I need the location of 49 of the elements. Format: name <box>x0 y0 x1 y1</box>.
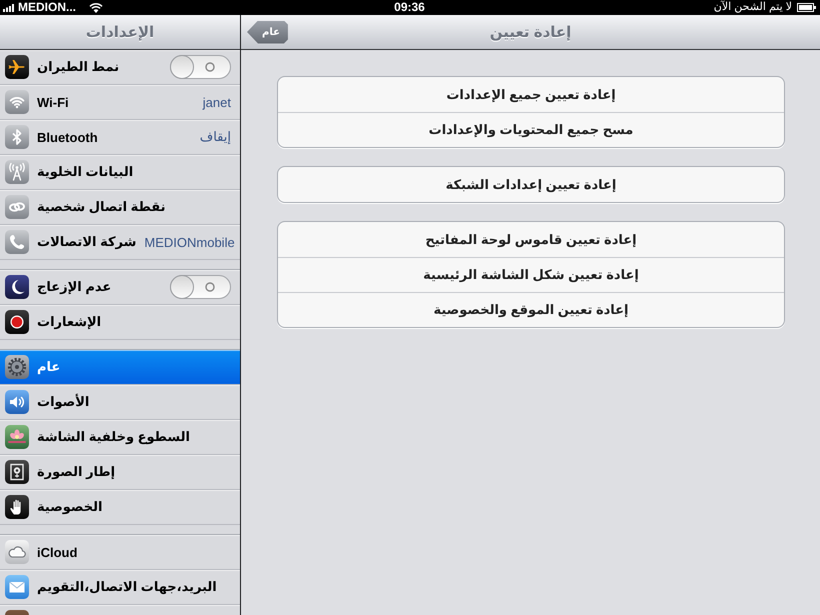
wifi-icon <box>89 2 104 12</box>
phone-icon <box>5 230 29 254</box>
sidebar-item[interactable]: الخصوصية <box>0 490 240 525</box>
sidebar-item[interactable]: Wi-Fi janet <box>0 85 240 120</box>
toggle-switch[interactable] <box>170 55 231 79</box>
reset-option-button[interactable]: إعادة تعيين الموقع والخصوصية <box>278 292 784 327</box>
sidebar-item[interactable]: البيانات الخلوية <box>0 155 240 190</box>
antenna-icon <box>5 160 29 184</box>
page-title: إعادة تعيين <box>490 23 572 41</box>
envelope-icon <box>5 575 29 599</box>
sidebar-item[interactable]: الإشعارات <box>0 305 240 340</box>
sidebar-item[interactable]: الأصوات <box>0 385 240 420</box>
battery-icon <box>797 3 816 12</box>
sidebar-title: الإعدادات <box>86 23 154 41</box>
detail-value: MEDIONmobile <box>144 234 235 250</box>
back-button[interactable]: عام <box>247 20 288 44</box>
sidebar-item[interactable]: البريد،جهات الاتصال،التقويم <box>0 570 240 605</box>
settings-icon <box>5 355 29 379</box>
circle-icon <box>205 62 215 72</box>
sidebar-item[interactable]: نقطة اتصال شخصية <box>0 190 240 225</box>
airplane-icon <box>5 55 29 79</box>
sidebar-item[interactable]: iCloud <box>0 535 240 570</box>
circle-icon <box>205 282 215 292</box>
reset-option-button[interactable]: إعادة تعيين شكل الشاشة الرئيسية <box>278 257 784 292</box>
reset-option-button[interactable]: إعادة تعيين إعدادات الشبكة <box>278 167 784 202</box>
sidebar-item[interactable]: السطوع وخلفية الشاشة <box>0 420 240 455</box>
reset-option-button[interactable]: مسح جميع المحتويات والإعدادات <box>278 112 784 147</box>
reset-option-button[interactable]: إعادة تعيين جميع الإعدادات <box>278 77 784 112</box>
sidebar-item[interactable]: إطار الصورة <box>0 455 240 490</box>
clock-time: 09:36 <box>394 0 425 15</box>
flower-icon <box>5 425 29 449</box>
signal-strength-icon <box>3 4 15 12</box>
bluetooth-icon <box>5 125 29 149</box>
detail-value: إيقاف <box>200 129 231 145</box>
cloud-icon <box>5 540 29 564</box>
detail-value: janet <box>202 94 231 110</box>
sidebar-item[interactable]: نمط الطيران <box>0 50 240 85</box>
sidebar-item[interactable]: عدم الإزعاج <box>0 270 240 305</box>
carrier-name: MEDION... <box>18 0 76 15</box>
speaker-icon <box>5 390 29 414</box>
wifi-icon <box>5 90 29 114</box>
reset-option-button[interactable]: إعادة تعيين قاموس لوحة المفاتيح <box>278 222 784 257</box>
sidebar-item[interactable]: عام <box>0 350 240 385</box>
charging-status: لا يتم الشحن الآن <box>714 0 792 15</box>
picture-frame-icon <box>5 460 29 484</box>
toggle-switch[interactable] <box>170 275 231 299</box>
moon-icon <box>5 275 29 299</box>
hand-icon <box>5 495 29 519</box>
chain-link-icon <box>5 195 29 219</box>
